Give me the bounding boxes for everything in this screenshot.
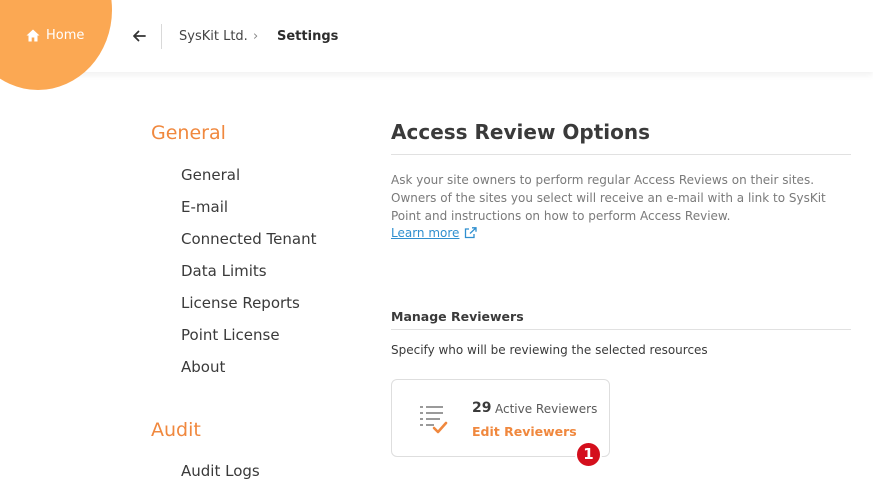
breadcrumb-org[interactable]: SysKit Ltd. bbox=[179, 29, 248, 44]
manage-reviewers-description: Specify who will be reviewing the select… bbox=[391, 343, 708, 357]
home-icon bbox=[26, 29, 40, 42]
page-title: Access Review Options bbox=[391, 120, 651, 144]
sidebar-item-audit-logs[interactable]: Audit Logs bbox=[181, 462, 260, 480]
manage-reviewers-title: Manage Reviewers bbox=[391, 309, 524, 324]
page-description: Ask your site owners to perform regular … bbox=[391, 173, 826, 223]
edit-reviewers-link[interactable]: Edit Reviewers bbox=[472, 424, 577, 439]
sidebar-item-email[interactable]: E-mail bbox=[181, 198, 228, 216]
checklist-icon bbox=[420, 406, 448, 434]
step-badge: 1 bbox=[575, 441, 602, 468]
breadcrumb-separator: › bbox=[253, 29, 259, 44]
external-link-icon bbox=[465, 227, 478, 239]
sidebar-item-license-reports[interactable]: License Reports bbox=[181, 294, 300, 312]
breadcrumb-current: Settings bbox=[277, 29, 339, 44]
sidebar-item-about[interactable]: About bbox=[181, 358, 225, 376]
sidebar-section-general: General bbox=[151, 122, 226, 144]
home-blob bbox=[0, 0, 112, 90]
sidebar-item-data-limits[interactable]: Data Limits bbox=[181, 262, 267, 280]
sidebar-item-connected-tenant[interactable]: Connected Tenant bbox=[181, 230, 316, 248]
sidebar-item-general[interactable]: General bbox=[181, 166, 240, 184]
header-divider bbox=[161, 24, 162, 49]
home-button[interactable]: Home bbox=[26, 28, 84, 43]
top-bar: Home SysKit Ltd. › Settings bbox=[0, 0, 873, 90]
title-divider bbox=[391, 154, 851, 155]
active-reviewers-label: Active Reviewers bbox=[495, 402, 598, 416]
learn-more-label: Learn more bbox=[391, 226, 460, 240]
learn-more-link[interactable]: Learn more bbox=[391, 226, 478, 240]
home-label: Home bbox=[46, 28, 85, 43]
active-reviewers-count: 29 bbox=[472, 400, 492, 416]
sidebar-item-point-license[interactable]: Point License bbox=[181, 326, 280, 344]
manage-reviewers-divider bbox=[391, 329, 851, 330]
sidebar-section-audit: Audit bbox=[151, 419, 201, 441]
arrow-left-icon[interactable] bbox=[132, 28, 146, 44]
